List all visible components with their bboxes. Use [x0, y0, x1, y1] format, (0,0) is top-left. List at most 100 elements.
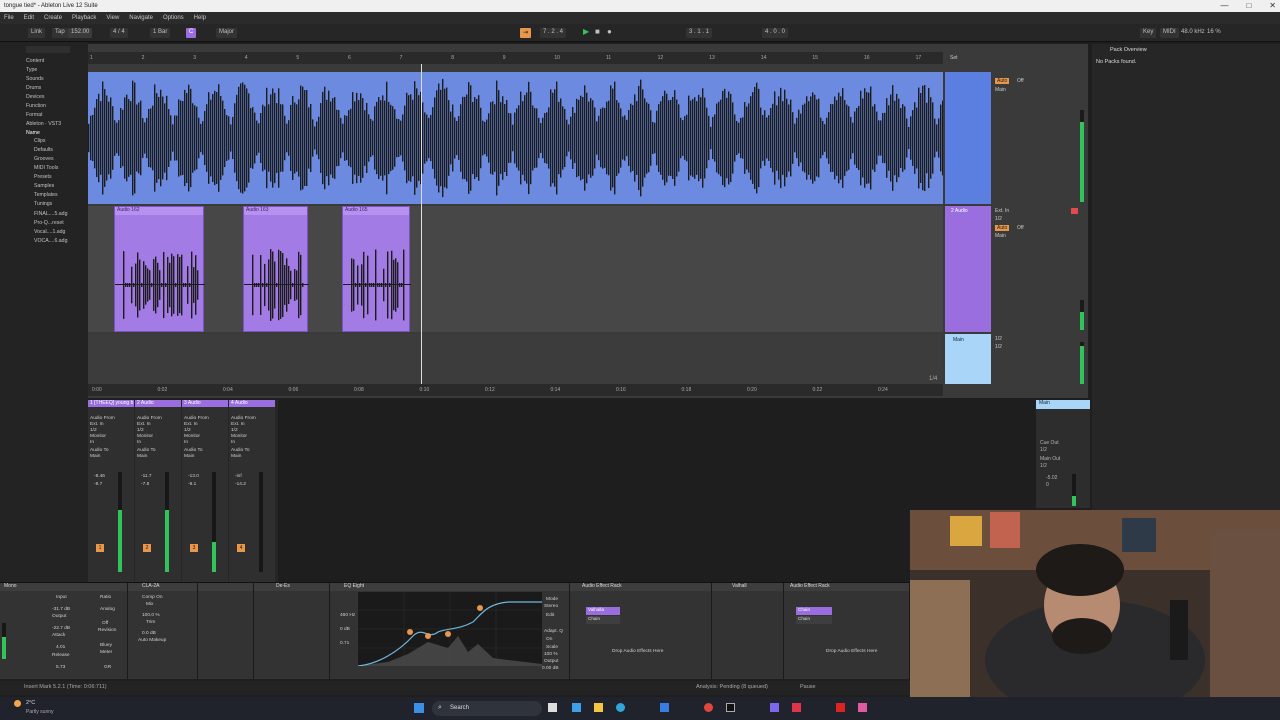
browser-item[interactable]: Clips	[34, 138, 46, 144]
device-cla-2a[interactable]: CLA-2A Comp On Mix 100.0 % Trim 0.0 dB A…	[128, 583, 198, 679]
param-value[interactable]: -31.7 dB	[52, 607, 70, 612]
monitor-auto[interactable]: Auto	[995, 225, 1010, 231]
link-button[interactable]: Link	[28, 28, 46, 38]
browser-item[interactable]: Tunings	[34, 201, 52, 207]
chrome-icon[interactable]	[704, 703, 713, 712]
io-label[interactable]: Audio From	[137, 416, 162, 421]
param-value[interactable]: 100 %	[544, 652, 558, 657]
monitor-auto[interactable]: Auto	[995, 78, 1010, 84]
io-label[interactable]: 1/2	[231, 428, 238, 433]
browser-item[interactable]: VOCA....6.adg	[34, 238, 67, 244]
audio-to-select[interactable]: Main	[995, 233, 1006, 239]
browser-item[interactable]: Vocal....1.adg	[34, 229, 65, 235]
io-label[interactable]: Audio To	[90, 448, 109, 453]
io-label[interactable]: In	[231, 440, 235, 445]
io-label[interactable]: Audio From	[184, 416, 209, 421]
io-label[interactable]: 1/2	[90, 428, 97, 433]
meter-field[interactable]: 4 / 4	[110, 28, 128, 38]
browser-item[interactable]: Pro-Q...reset	[34, 220, 64, 226]
track-2-header[interactable]: 2 Audio	[945, 206, 991, 332]
param-value[interactable]: 0.00 dB	[542, 666, 559, 671]
io-label[interactable]: Monitor	[231, 434, 247, 439]
menu-edit[interactable]: Edit	[24, 15, 34, 21]
beat-ruler[interactable]: 1 2 3 4 5 6 7 8 9 10 11 12 13 14 15 16 17	[88, 52, 943, 64]
key-select[interactable]: C	[186, 28, 197, 38]
explorer-icon[interactable]	[594, 703, 603, 712]
io-label[interactable]: Ext. In	[137, 422, 151, 427]
volume-meter[interactable]	[118, 472, 122, 572]
audio-clip[interactable]: Audio 165	[342, 206, 411, 332]
track-1-lane[interactable]	[88, 72, 943, 204]
monitor-off[interactable]: Off	[1017, 225, 1024, 231]
volume-meter[interactable]	[259, 472, 263, 572]
pause-button[interactable]: Pause	[800, 684, 816, 690]
start-icon[interactable]	[414, 703, 424, 713]
io-label[interactable]: Ext. In	[184, 422, 198, 427]
mixer-strip[interactable]: 1 [THEEQ] young b Audio From Ext. In 1/2 Mon…	[88, 400, 134, 582]
drop-effects-area[interactable]: Drop Audio Effects Here	[612, 649, 663, 654]
menu-help[interactable]: Help	[194, 15, 206, 21]
track-number-button[interactable]: 1	[96, 544, 104, 552]
output-channel[interactable]: 1/2	[995, 344, 1002, 350]
browser-category[interactable]: Devices	[26, 94, 44, 100]
track-number-button[interactable]: 3	[190, 544, 198, 552]
eq-gain[interactable]: 0 dB	[340, 627, 350, 632]
device-mono[interactable]: Mono Input -31.7 dB Output -22.7 dB Atta…	[0, 583, 128, 679]
param-value[interactable]: 5.73	[56, 665, 65, 670]
io-label[interactable]: Main	[90, 454, 100, 459]
main-track-lane[interactable]	[88, 334, 943, 384]
quantize-select[interactable]: 1 Bar	[150, 28, 171, 38]
browser-item[interactable]: Samples	[34, 183, 54, 189]
io-label[interactable]: Ext. In	[231, 422, 245, 427]
io-label[interactable]: Main	[231, 454, 241, 459]
browser-category[interactable]: Function	[26, 103, 46, 109]
time-ruler[interactable]: 0:00 0:02 0:04 0:06 0:08 0:10 0:12 0:14 0:16 0:18…	[88, 384, 943, 396]
eq-freq[interactable]: 460 Hz	[340, 613, 355, 618]
io-label[interactable]: In	[90, 440, 94, 445]
menu-file[interactable]: File	[4, 15, 14, 21]
main-volume[interactable]: -5.02	[1046, 475, 1057, 481]
input-channel[interactable]: 1/2	[995, 216, 1002, 222]
browser-category[interactable]: Format	[26, 112, 42, 118]
track-2-lane[interactable]: Audio 162 Audio 163 Audio 165	[88, 206, 943, 332]
tap-button[interactable]: Tap	[52, 28, 68, 38]
io-label[interactable]: 1/2	[137, 428, 144, 433]
app-icon[interactable]	[660, 703, 669, 712]
io-label[interactable]: Monitor	[90, 434, 106, 439]
audio-from-select[interactable]: Ext. In	[995, 208, 1009, 214]
io-label[interactable]: Audio To	[137, 448, 156, 453]
rack-chain[interactable]: Chain	[586, 616, 620, 624]
audio-clip[interactable]: Audio 162	[114, 206, 205, 332]
param-value[interactable]: GR	[104, 665, 111, 670]
io-label[interactable]: In	[184, 440, 188, 445]
edge-icon[interactable]	[616, 703, 625, 712]
device-valhalla[interactable]: Valhall	[712, 583, 784, 679]
eq-display[interactable]	[357, 592, 542, 667]
record-icon[interactable]: ●	[604, 26, 615, 36]
volume-meter[interactable]	[165, 472, 169, 572]
taskbar-search[interactable]: ⌕ Search	[432, 701, 542, 716]
device-slot[interactable]	[198, 583, 254, 679]
browser-item[interactable]: Templates	[34, 192, 58, 198]
param-value[interactable]: -22.7 dB	[52, 626, 70, 631]
audio-clip[interactable]: Audio 163	[243, 206, 309, 332]
io-label[interactable]: Monitor	[184, 434, 200, 439]
volume-value[interactable]: -13.0	[188, 474, 199, 479]
volume-value[interactable]: -11.7	[141, 474, 152, 479]
device-audio-effect-rack[interactable]: Audio Effect Rack Chain Chain Drop Audio…	[784, 583, 910, 679]
tempo-field[interactable]: 152.00	[68, 28, 93, 38]
browser-category[interactable]: Content	[26, 58, 44, 64]
monitor-off[interactable]: Off	[1017, 78, 1024, 84]
io-label[interactable]: In	[137, 440, 141, 445]
browser-category[interactable]: Drums	[26, 85, 41, 91]
output-channel[interactable]: 1/2	[995, 336, 1002, 342]
position-field[interactable]: 7 . 2 . 4	[540, 28, 567, 38]
weather-temp[interactable]: 2°C	[26, 700, 35, 706]
io-label[interactable]: Main	[184, 454, 194, 459]
minimize-button[interactable]: —	[1220, 1, 1228, 10]
param-value[interactable]: Stereo	[544, 604, 558, 609]
io-label[interactable]: Monitor	[137, 434, 153, 439]
browser-item[interactable]: Presets	[34, 174, 52, 180]
volume-value[interactable]: -inf	[235, 474, 242, 479]
play-icon[interactable]: ▶	[580, 26, 592, 36]
